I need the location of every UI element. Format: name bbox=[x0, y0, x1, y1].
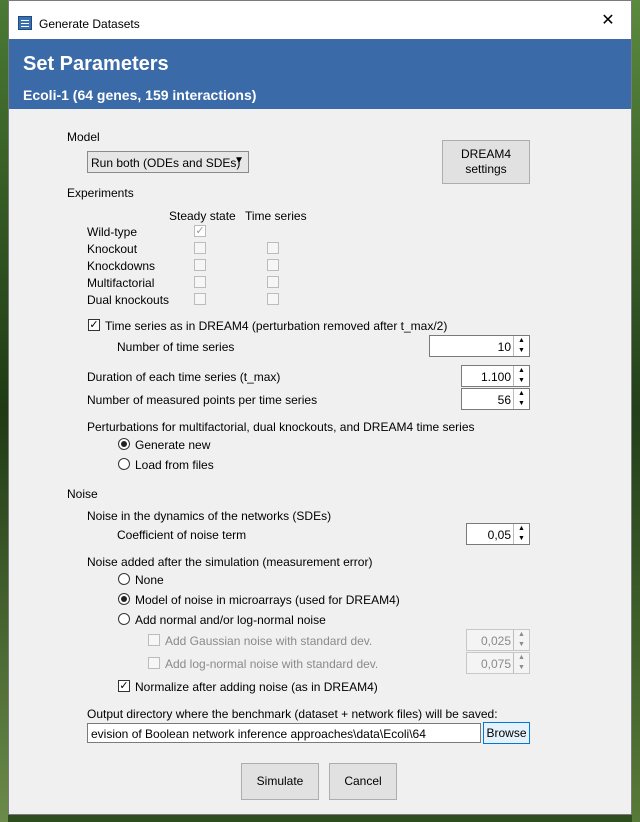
normalize-label: Normalize after adding noise (as in DREA… bbox=[135, 680, 378, 694]
spin-down-icon[interactable]: ▼ bbox=[514, 534, 529, 544]
noise-microarray-radio[interactable] bbox=[118, 593, 130, 605]
points-label: Number of measured points per time serie… bbox=[87, 393, 318, 407]
page-title: Set Parameters bbox=[23, 53, 169, 75]
perturb-generate-radio[interactable] bbox=[118, 438, 130, 450]
lognormal-noise-label: Add log-normal noise with standard dev. bbox=[165, 657, 379, 671]
perturb-load-radio[interactable] bbox=[118, 458, 130, 470]
dream4-settings-button[interactable]: DREAM4 settings bbox=[442, 140, 530, 184]
knockdowns-label: Knockdowns bbox=[87, 259, 156, 273]
dream4-settings-label-2: settings bbox=[465, 162, 507, 176]
lognormal-noise-checkbox[interactable] bbox=[148, 657, 160, 669]
duration-label: Duration of each time series (t_max) bbox=[87, 370, 281, 384]
noise-coef-value: 0,05 bbox=[487, 528, 511, 542]
spin-up-icon[interactable]: ▲ bbox=[514, 524, 529, 534]
browse-button[interactable]: Browse bbox=[483, 722, 530, 744]
points-spinner[interactable]: 56 ▲ ▼ bbox=[461, 388, 530, 410]
close-icon[interactable]: ✕ bbox=[585, 1, 631, 39]
knockdowns-steady-checkbox[interactable] bbox=[194, 259, 206, 271]
noise-after-label: Noise added after the simulation (measur… bbox=[87, 555, 373, 569]
spin-down-icon[interactable]: ▼ bbox=[514, 640, 529, 650]
experiments-label: Experiments bbox=[67, 186, 134, 200]
noise-dynamics-label: Noise in the dynamics of the networks (S… bbox=[87, 509, 332, 523]
noise-coef-spinner[interactable]: 0,05 ▲ ▼ bbox=[466, 523, 530, 545]
simulate-button[interactable]: Simulate bbox=[241, 763, 319, 800]
dual-knockouts-timeseries-checkbox[interactable] bbox=[267, 293, 279, 305]
app-icon bbox=[18, 16, 32, 30]
output-dir-label: Output directory where the benchmark (da… bbox=[87, 707, 498, 721]
duration-spinner[interactable]: 1.100 ▲ ▼ bbox=[461, 365, 530, 387]
noise-normal-label: Add normal and/or log-normal noise bbox=[135, 613, 326, 627]
desktop-background-left bbox=[0, 0, 8, 822]
spin-up-icon[interactable]: ▲ bbox=[514, 653, 529, 663]
dream4-settings-label-1: DREAM4 bbox=[460, 147, 511, 161]
gaussian-noise-checkbox[interactable] bbox=[148, 634, 160, 646]
knockdowns-timeseries-checkbox[interactable] bbox=[267, 259, 279, 271]
noise-normal-radio[interactable] bbox=[118, 613, 130, 625]
knockout-label: Knockout bbox=[87, 242, 138, 256]
num-timeseries-label: Number of time series bbox=[117, 340, 235, 354]
dream4-timeseries-checkbox[interactable]: ✓ bbox=[88, 319, 100, 331]
spin-down-icon[interactable]: ▼ bbox=[514, 399, 529, 409]
noise-none-label: None bbox=[135, 573, 164, 587]
duration-value: 1.100 bbox=[480, 370, 511, 384]
output-dir-value: evision of Boolean network inference app… bbox=[91, 727, 426, 741]
noise-label: Noise bbox=[67, 487, 98, 501]
window-title: Generate Datasets bbox=[39, 17, 140, 31]
num-timeseries-value: 10 bbox=[497, 340, 511, 354]
noise-coef-label: Coefficient of noise term bbox=[117, 528, 247, 542]
title-bar: Generate Datasets ✕ bbox=[9, 1, 631, 39]
wild-type-label: Wild-type bbox=[87, 225, 138, 239]
model-select-value: Run both (ODEs and SDEs) bbox=[91, 156, 241, 170]
multifactorial-label: Multifactorial bbox=[87, 276, 155, 290]
wild-type-steady-checkbox[interactable]: ✓ bbox=[194, 225, 206, 237]
multifactorial-steady-checkbox[interactable] bbox=[194, 276, 206, 288]
perturb-generate-label: Generate new bbox=[135, 438, 211, 452]
perturbations-label: Perturbations for multifactorial, dual k… bbox=[87, 420, 475, 434]
spin-down-icon[interactable]: ▼ bbox=[514, 376, 529, 386]
spin-up-icon[interactable]: ▲ bbox=[514, 366, 529, 376]
gaussian-noise-spinner[interactable]: 0,025 ▲ ▼ bbox=[466, 629, 530, 651]
noise-microarray-label: Model of noise in microarrays (used for … bbox=[135, 593, 400, 607]
spin-up-icon[interactable]: ▲ bbox=[514, 389, 529, 399]
header-banner: Set Parameters Ecoli-1 (64 genes, 159 in… bbox=[9, 39, 631, 109]
model-select[interactable]: Run both (ODEs and SDEs) ▼ bbox=[87, 151, 249, 173]
dual-knockouts-steady-checkbox[interactable] bbox=[194, 293, 206, 305]
steady-state-column-header: Steady state bbox=[169, 209, 236, 223]
spin-down-icon[interactable]: ▼ bbox=[514, 346, 529, 356]
spin-up-icon[interactable]: ▲ bbox=[514, 630, 529, 640]
spin-up-icon[interactable]: ▲ bbox=[514, 336, 529, 346]
multifactorial-timeseries-checkbox[interactable] bbox=[267, 276, 279, 288]
dream4-timeseries-label: Time series as in DREAM4 (perturbation r… bbox=[105, 319, 448, 333]
knockout-steady-checkbox[interactable] bbox=[194, 242, 206, 254]
spin-down-icon[interactable]: ▼ bbox=[514, 663, 529, 673]
points-value: 56 bbox=[497, 393, 511, 407]
num-timeseries-spinner[interactable]: 10 ▲ ▼ bbox=[429, 335, 530, 357]
normalize-checkbox[interactable]: ✓ bbox=[118, 680, 130, 692]
lognormal-noise-spinner[interactable]: 0,075 ▲ ▼ bbox=[466, 652, 530, 674]
lognormal-noise-value: 0,075 bbox=[480, 657, 511, 671]
dual-knockouts-label: Dual knockouts bbox=[87, 293, 170, 307]
perturb-load-label: Load from files bbox=[135, 458, 214, 472]
generate-datasets-dialog: Generate Datasets ✕ Set Parameters Ecoli… bbox=[8, 0, 632, 815]
gaussian-noise-value: 0,025 bbox=[480, 634, 511, 648]
cancel-button[interactable]: Cancel bbox=[329, 763, 397, 800]
desktop-background-right bbox=[632, 0, 640, 822]
knockout-timeseries-checkbox[interactable] bbox=[267, 242, 279, 254]
noise-none-radio[interactable] bbox=[118, 573, 130, 585]
chevron-down-icon: ▼ bbox=[234, 155, 244, 166]
gaussian-noise-label: Add Gaussian noise with standard dev. bbox=[165, 634, 373, 648]
network-subtitle: Ecoli-1 (64 genes, 159 interactions) bbox=[23, 87, 257, 103]
time-series-column-header: Time series bbox=[245, 209, 307, 223]
model-label: Model bbox=[67, 130, 100, 144]
output-dir-input[interactable]: evision of Boolean network inference app… bbox=[87, 723, 481, 743]
